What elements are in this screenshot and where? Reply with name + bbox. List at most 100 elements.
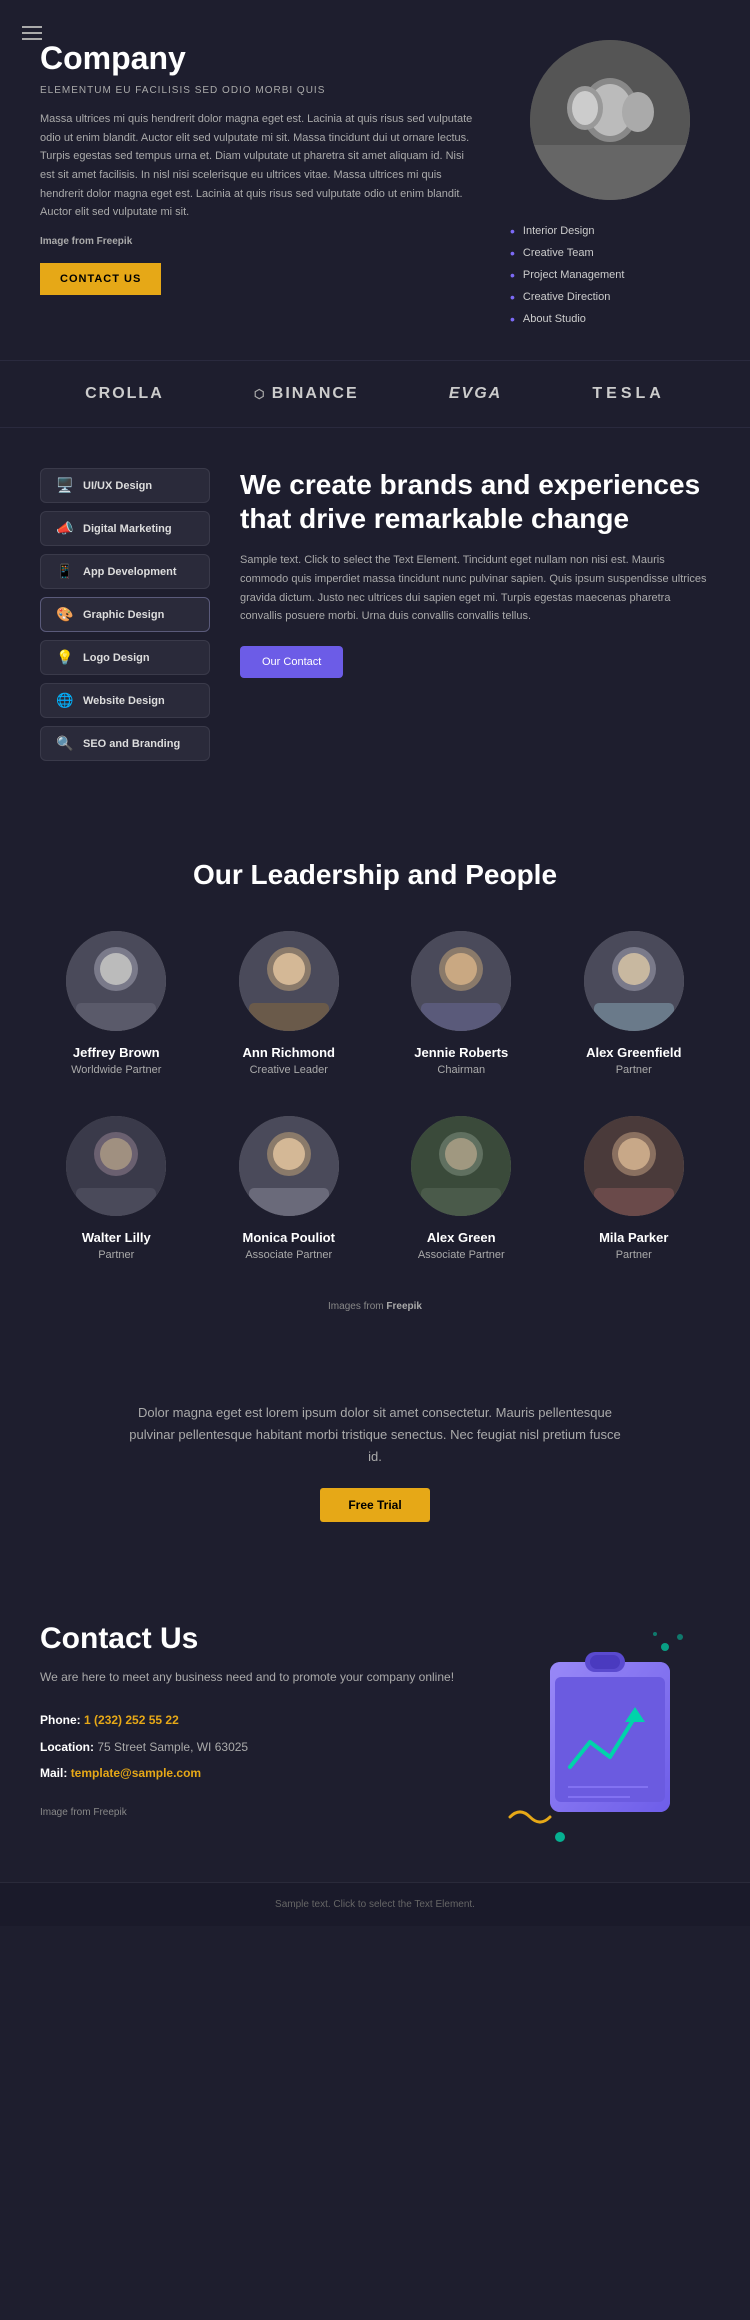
service-website-design[interactable]: 🌐 Website Design bbox=[40, 683, 210, 718]
digital-icon: 📣 bbox=[55, 520, 75, 537]
leadership-title: Our Leadership and People bbox=[40, 859, 710, 891]
person-mila-parker: Mila Parker Partner bbox=[558, 1116, 711, 1261]
phone-label: Phone: bbox=[40, 1713, 81, 1727]
service-app-dev[interactable]: 📱 App Development bbox=[40, 554, 210, 589]
phone-number: 1 (232) 252 55 22 bbox=[84, 1713, 179, 1727]
contact-right bbox=[490, 1622, 710, 1842]
app-icon: 📱 bbox=[55, 563, 75, 580]
mila-role: Partner bbox=[616, 1249, 652, 1261]
hero-title: Company bbox=[40, 40, 480, 77]
brands-bar: CROLLA BINANCE EVGA TESLA bbox=[0, 360, 750, 428]
brand-tesla: TESLA bbox=[592, 385, 664, 403]
person-alex-greenfield: Alex Greenfield Partner bbox=[558, 931, 711, 1076]
service-digital-marketing[interactable]: 📣 Digital Marketing bbox=[40, 511, 210, 546]
person-jennie-roberts: Jennie Roberts Chairman bbox=[385, 931, 538, 1076]
monica-name: Monica Pouliot bbox=[243, 1230, 335, 1245]
service-uiux[interactable]: 🖥️ UI/UX Design bbox=[40, 468, 210, 503]
nav-item-interior-design[interactable]: Interior Design bbox=[510, 220, 710, 242]
ann-name: Ann Richmond bbox=[243, 1045, 335, 1060]
nav-item-creative-direction[interactable]: Creative Direction bbox=[510, 286, 710, 308]
services-content: We create brands and experiences that dr… bbox=[240, 468, 710, 769]
service-logo-design[interactable]: 💡 Logo Design bbox=[40, 640, 210, 675]
seo-icon: 🔍 bbox=[55, 735, 75, 752]
services-body: Sample text. Click to select the Text El… bbox=[240, 551, 710, 626]
website-label: Website Design bbox=[83, 695, 165, 707]
hero-body: Massa ultrices mi quis hendrerit dolor m… bbox=[40, 110, 480, 222]
contact-image-credit: Image from Freepik bbox=[40, 1807, 470, 1818]
person-ann-richmond: Ann Richmond Creative Leader bbox=[213, 931, 366, 1076]
alex-green-avatar bbox=[411, 1116, 511, 1216]
contact-section: Contact Us We are here to meet any busin… bbox=[0, 1572, 750, 1882]
services-section: 🖥️ UI/UX Design 📣 Digital Marketing 📱 Ap… bbox=[0, 428, 750, 809]
walter-name: Walter Lilly bbox=[82, 1230, 151, 1245]
alex-g-avatar bbox=[584, 931, 684, 1031]
brand-crolla: CROLLA bbox=[85, 385, 164, 403]
service-seo-branding[interactable]: 🔍 SEO and Branding bbox=[40, 726, 210, 761]
jeffrey-avatar bbox=[66, 931, 166, 1031]
website-icon: 🌐 bbox=[55, 692, 75, 709]
contact-phone-line: Phone: 1 (232) 252 55 22 bbox=[40, 1707, 470, 1733]
mail-label: Mail: bbox=[40, 1766, 67, 1780]
contact-title: Contact Us bbox=[40, 1622, 470, 1656]
mila-name: Mila Parker bbox=[599, 1230, 668, 1245]
service-graphic-design[interactable]: 🎨 Graphic Design bbox=[40, 597, 210, 632]
hero-left: Company ELEMENTUM EU FACILISIS SED ODIO … bbox=[40, 40, 480, 295]
leadership-image-credit: Images from Images from FreepikFreepik bbox=[40, 1301, 710, 1312]
monica-avatar bbox=[239, 1116, 339, 1216]
hero-image bbox=[530, 40, 690, 200]
hero-section: Company ELEMENTUM EU FACILISIS SED ODIO … bbox=[0, 0, 750, 360]
monica-role: Associate Partner bbox=[245, 1249, 332, 1261]
location-value: 75 Street Sample, WI 63025 bbox=[97, 1740, 248, 1754]
jeffrey-role: Worldwide Partner bbox=[71, 1064, 161, 1076]
footer: Sample text. Click to select the Text El… bbox=[0, 1882, 750, 1926]
uiux-icon: 🖥️ bbox=[55, 477, 75, 494]
brand-evga: EVGA bbox=[449, 385, 502, 403]
email-value: template@sample.com bbox=[71, 1766, 201, 1780]
nav-item-creative-team[interactable]: Creative Team bbox=[510, 242, 710, 264]
hero-right: Interior Design Creative Team Project Ma… bbox=[510, 40, 710, 330]
mila-avatar bbox=[584, 1116, 684, 1216]
logo-icon: 💡 bbox=[55, 649, 75, 666]
leadership-row-2: Walter Lilly Partner Monica Pouliot Asso… bbox=[40, 1116, 710, 1261]
brand-binance: BINANCE bbox=[254, 385, 359, 403]
cta-text: Dolor magna eget est lorem ipsum dolor s… bbox=[125, 1402, 625, 1468]
contact-info: Phone: 1 (232) 252 55 22 Location: 75 St… bbox=[40, 1707, 470, 1786]
contact-left: Contact Us We are here to meet any busin… bbox=[40, 1622, 470, 1817]
walter-avatar bbox=[66, 1116, 166, 1216]
services-heading: We create brands and experiences that dr… bbox=[240, 468, 710, 535]
ann-avatar bbox=[239, 931, 339, 1031]
person-monica-pouliot: Monica Pouliot Associate Partner bbox=[213, 1116, 366, 1261]
alex-g-name: Alex Greenfield bbox=[586, 1045, 681, 1060]
leadership-section: Our Leadership and People Jeffrey Brown … bbox=[0, 809, 750, 1342]
cta-section: Dolor magna eget est lorem ipsum dolor s… bbox=[0, 1342, 750, 1572]
jennie-name: Jennie Roberts bbox=[414, 1045, 508, 1060]
nav-item-project-management[interactable]: Project Management bbox=[510, 264, 710, 286]
alex-green-name: Alex Green bbox=[427, 1230, 496, 1245]
jeffrey-name: Jeffrey Brown bbox=[73, 1045, 160, 1060]
footer-text: Sample text. Click to select the Text El… bbox=[275, 1899, 475, 1910]
location-label: Location: bbox=[40, 1740, 94, 1754]
contact-mail-line: Mail: template@sample.com bbox=[40, 1760, 470, 1786]
graphic-label: Graphic Design bbox=[83, 609, 164, 621]
contact-us-button[interactable]: CONTACT US bbox=[40, 263, 161, 295]
hero-nav-list: Interior Design Creative Team Project Ma… bbox=[510, 220, 710, 330]
app-label: App Development bbox=[83, 566, 177, 578]
digital-label: Digital Marketing bbox=[83, 523, 172, 535]
hero-subtitle: ELEMENTUM EU FACILISIS SED ODIO MORBI QU… bbox=[40, 85, 480, 96]
hamburger-menu[interactable] bbox=[14, 14, 50, 52]
jennie-role: Chairman bbox=[437, 1064, 485, 1076]
person-walter-lilly: Walter Lilly Partner bbox=[40, 1116, 193, 1261]
logo-label: Logo Design bbox=[83, 652, 150, 664]
person-jeffrey-brown: Jeffrey Brown Worldwide Partner bbox=[40, 931, 193, 1076]
ann-role: Creative Leader bbox=[250, 1064, 328, 1076]
jennie-avatar bbox=[411, 931, 511, 1031]
contact-desc: We are here to meet any business need an… bbox=[40, 1668, 470, 1687]
alex-g-role: Partner bbox=[616, 1064, 652, 1076]
nav-item-about-studio[interactable]: About Studio bbox=[510, 308, 710, 330]
free-trial-button[interactable]: Free Trial bbox=[320, 1488, 429, 1522]
seo-label: SEO and Branding bbox=[83, 738, 180, 750]
hero-image-credit: Image from Freepik bbox=[40, 236, 480, 247]
our-contact-button[interactable]: Our Contact bbox=[240, 646, 343, 678]
alex-green-role: Associate Partner bbox=[418, 1249, 505, 1261]
contact-illustration bbox=[500, 1622, 700, 1842]
